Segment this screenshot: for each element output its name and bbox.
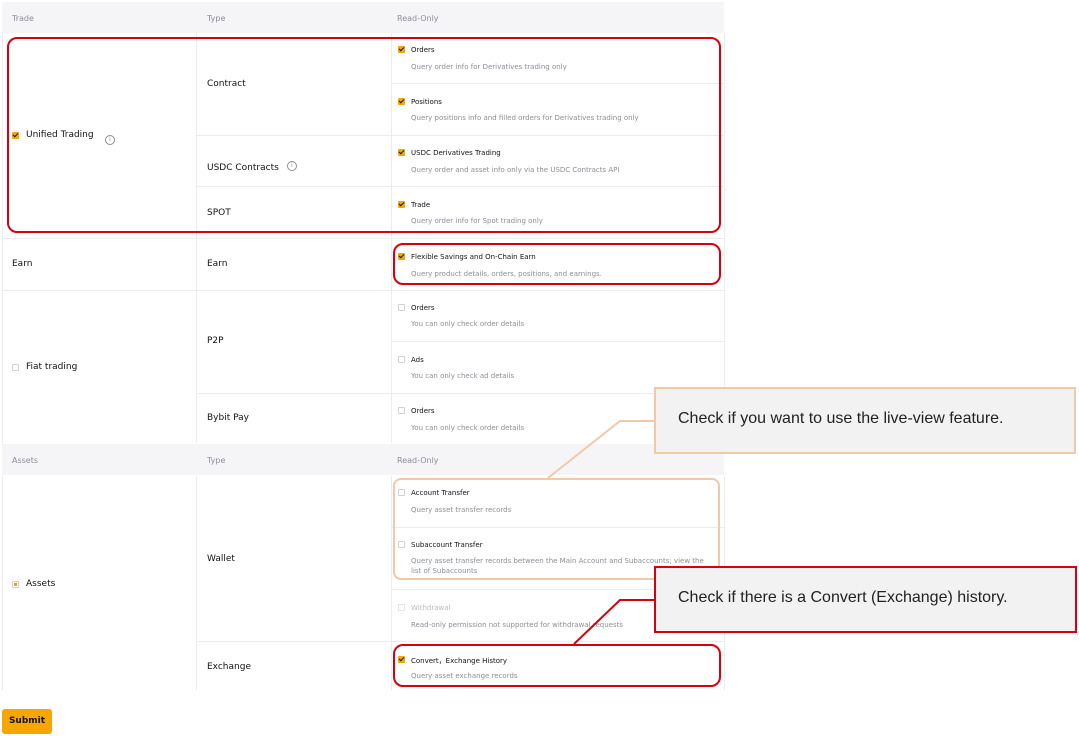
assets-label: Assets	[26, 579, 56, 589]
header-type: Type	[207, 456, 226, 465]
assets-checkbox[interactable]	[12, 581, 19, 588]
unified-trading-highlight	[7, 37, 721, 233]
fiat-trading-checkbox[interactable]	[12, 364, 19, 371]
perm-desc-p2p-orders: You can only check order details	[411, 320, 525, 328]
earn-label: Earn	[12, 259, 33, 269]
table-header	[2, 2, 724, 33]
convert-callout-text: Check if there is a Convert (Exchange) h…	[678, 589, 1008, 606]
row-divider	[197, 393, 724, 394]
perm-title-withdrawal: Withdrawal	[411, 604, 451, 612]
submit-button[interactable]: Submit	[2, 709, 52, 734]
earn-highlight	[393, 243, 721, 285]
assets-table-header	[2, 444, 724, 475]
live-view-callout-text: Check if you want to use the live-view f…	[678, 410, 1004, 427]
perm-title-bybit-pay-orders: Orders	[411, 407, 435, 415]
column-divider	[196, 476, 197, 690]
type-exchange: Exchange	[207, 662, 251, 672]
live-view-callout: Check if you want to use the live-view f…	[654, 387, 1076, 454]
ads-checkbox[interactable]	[398, 356, 405, 363]
type-bybit-pay: Bybit Pay	[207, 413, 249, 423]
perm-desc-ads: You can only check ad details	[411, 372, 515, 380]
convert-callout: Check if there is a Convert (Exchange) h…	[654, 566, 1077, 633]
withdrawal-checkbox	[398, 604, 405, 611]
row-divider	[2, 290, 724, 291]
header-read-only: Read-Only	[397, 14, 439, 23]
type-wallet: Wallet	[207, 554, 235, 564]
header-trade: Trade	[12, 14, 34, 23]
row-divider	[392, 341, 724, 342]
p2p-orders-checkbox[interactable]	[398, 304, 405, 311]
row-divider	[2, 238, 724, 239]
table-border-left	[2, 476, 3, 690]
header-read-only: Read-Only	[397, 456, 439, 465]
bybit-pay-orders-checkbox[interactable]	[398, 407, 405, 414]
type-p2p: P2P	[207, 336, 224, 346]
column-divider	[391, 476, 392, 690]
type-earn: Earn	[207, 259, 228, 269]
exchange-highlight	[393, 644, 721, 687]
header-assets: Assets	[12, 456, 39, 465]
table-border-right	[724, 33, 725, 443]
wallet-transfer-highlight	[393, 478, 720, 580]
perm-title-ads: Ads	[411, 356, 424, 364]
perm-title-p2p-orders: Orders	[411, 304, 435, 312]
row-divider	[197, 641, 724, 642]
header-type: Type	[207, 14, 226, 23]
fiat-trading-label: Fiat trading	[26, 362, 78, 372]
